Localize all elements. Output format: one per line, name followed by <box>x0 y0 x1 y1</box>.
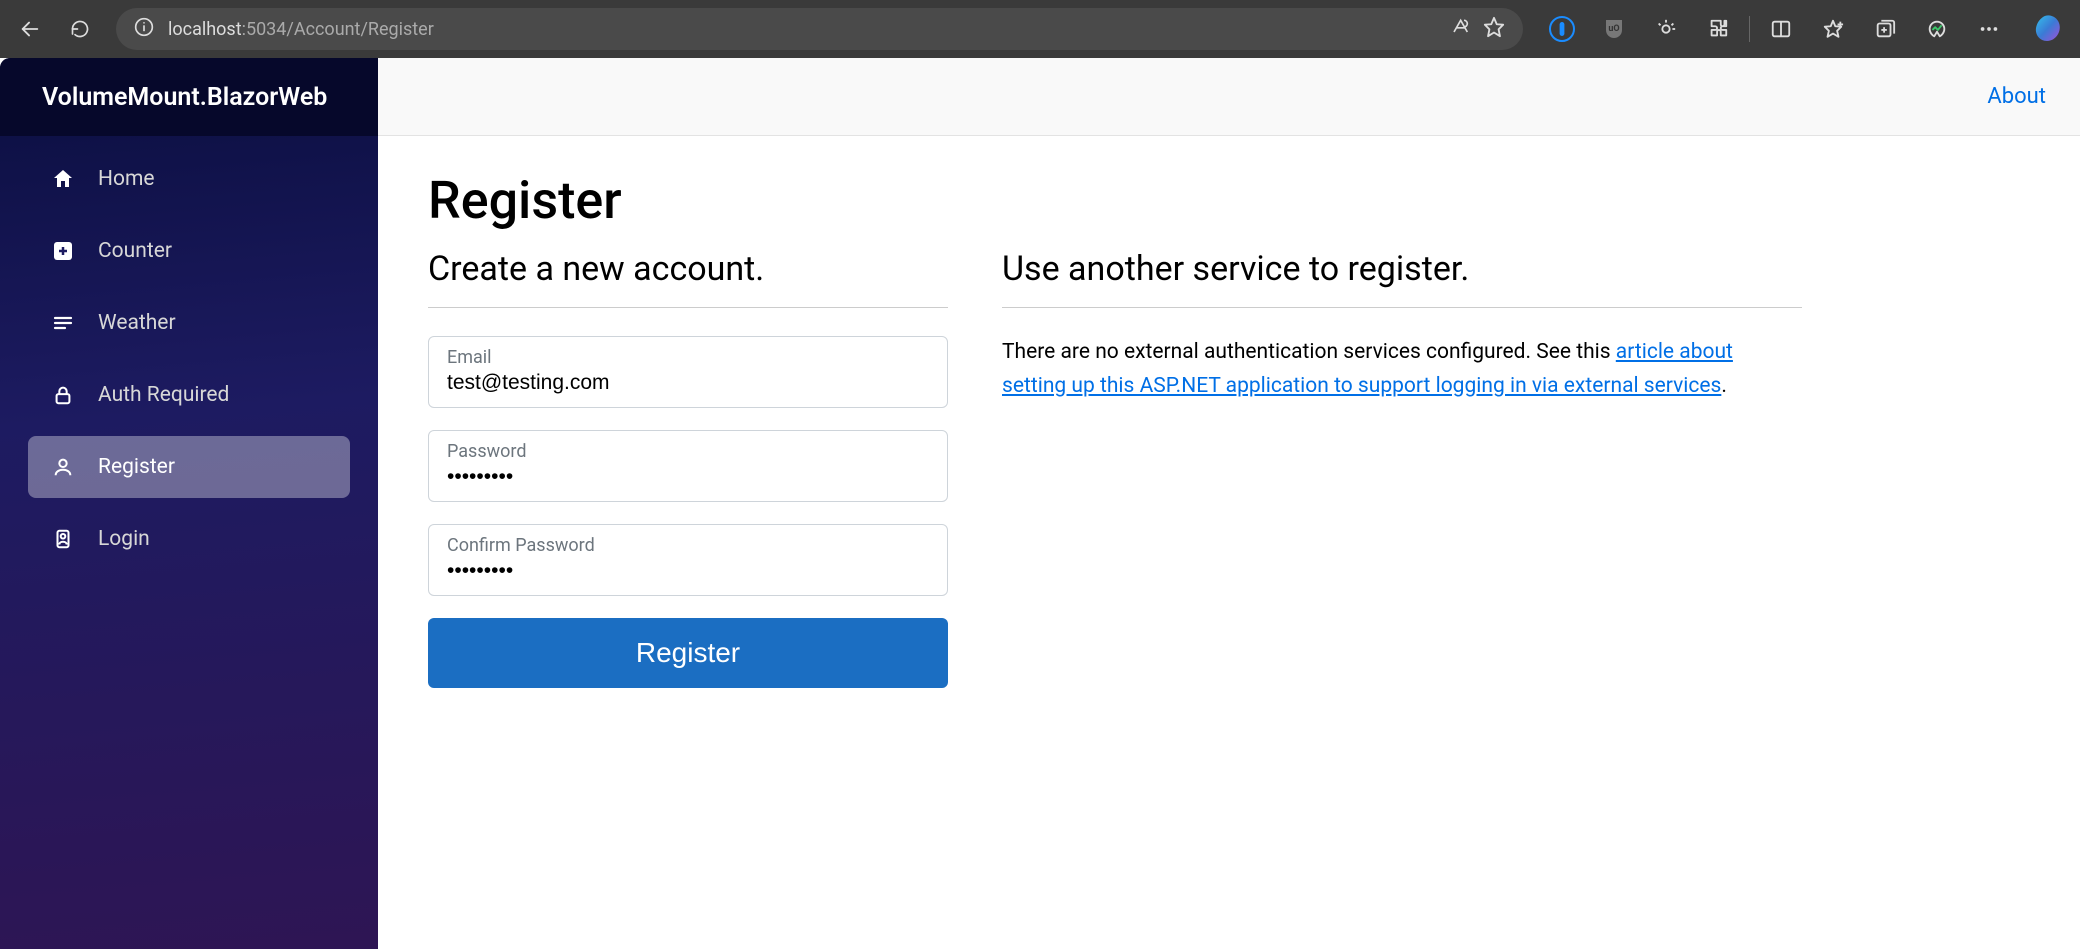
read-aloud-icon[interactable] <box>1449 17 1469 42</box>
sidebar-item-label: Login <box>98 527 150 551</box>
more-menu-icon[interactable] <box>1966 9 2012 49</box>
refresh-button[interactable] <box>60 9 100 49</box>
sidebar-nav: Home Counter Weather Auth Required <box>0 136 378 582</box>
email-field[interactable] <box>429 337 947 407</box>
sidebar: VolumeMount.BlazorWeb Home Counter Weath… <box>0 58 378 949</box>
person-icon <box>50 454 76 480</box>
sidebar-item-counter[interactable]: Counter <box>28 220 350 282</box>
external-text-prefix: There are no external authentication ser… <box>1002 340 1616 364</box>
main-area: About Register Create a new account. Ema… <box>378 58 2080 949</box>
confirm-field-wrapper: Confirm Password <box>428 524 948 596</box>
copilot-icon[interactable] <box>2030 9 2070 49</box>
sidebar-item-auth-required[interactable]: Auth Required <box>28 364 350 426</box>
lock-icon <box>50 382 76 408</box>
external-services-column: Use another service to register. There a… <box>1002 249 1802 403</box>
site-info-icon[interactable] <box>134 17 154 42</box>
svg-text:uO: uO <box>1608 24 1619 34</box>
favorite-star-icon[interactable] <box>1483 16 1505 43</box>
favorites-icon[interactable] <box>1810 9 1856 49</box>
sidebar-item-weather[interactable]: Weather <box>28 292 350 354</box>
collections-icon[interactable] <box>1862 9 1908 49</box>
sidebar-item-home[interactable]: Home <box>28 148 350 210</box>
performance-icon[interactable] <box>1914 9 1960 49</box>
divider <box>1002 307 1802 308</box>
top-bar: About <box>378 58 2080 136</box>
sidebar-item-login[interactable]: Login <box>28 508 350 570</box>
browser-toolbar: localhost:5034/Account/Register uO <box>0 0 2080 58</box>
ublock-icon[interactable]: uO <box>1591 9 1637 49</box>
external-text-suffix: . <box>1721 374 1727 398</box>
register-form-column: Create a new account. Email Password Con… <box>428 249 948 688</box>
create-account-heading: Create a new account. <box>428 249 948 289</box>
external-text: There are no external authentication ser… <box>1002 336 1802 403</box>
address-bar[interactable]: localhost:5034/Account/Register <box>116 8 1523 50</box>
onepassword-icon[interactable] <box>1539 9 1585 49</box>
email-label: Email <box>447 347 492 368</box>
app-shell: VolumeMount.BlazorWeb Home Counter Weath… <box>0 58 2080 949</box>
sidebar-item-label: Counter <box>98 239 172 263</box>
sidebar-item-label: Auth Required <box>98 383 229 407</box>
plus-square-icon <box>50 238 76 264</box>
back-button[interactable] <box>10 9 50 49</box>
badge-icon <box>50 526 76 552</box>
divider <box>428 307 948 308</box>
sidebar-item-label: Register <box>98 455 175 479</box>
url-text: localhost:5034/Account/Register <box>168 19 1435 40</box>
page-title: Register <box>428 170 2030 231</box>
sidebar-item-label: Weather <box>98 311 176 335</box>
sidebar-item-label: Home <box>98 167 155 191</box>
sidebar-item-register[interactable]: Register <box>28 436 350 498</box>
home-icon <box>50 166 76 192</box>
brand-title: VolumeMount.BlazorWeb <box>0 58 378 136</box>
extensions-puzzle-icon[interactable] <box>1695 9 1741 49</box>
toolbar-divider <box>1749 16 1750 42</box>
password-field-wrapper: Password <box>428 430 948 502</box>
confirm-label: Confirm Password <box>447 535 595 556</box>
dark-mode-icon[interactable] <box>1643 9 1689 49</box>
page-content: Register Create a new account. Email Pas… <box>378 136 2080 949</box>
list-icon <box>50 310 76 336</box>
password-label: Password <box>447 441 527 462</box>
email-field-wrapper: Email <box>428 336 948 408</box>
register-button[interactable]: Register <box>428 618 948 688</box>
extension-icons: uO <box>1539 9 2016 49</box>
external-heading: Use another service to register. <box>1002 249 1802 289</box>
split-screen-icon[interactable] <box>1758 9 1804 49</box>
about-link[interactable]: About <box>1987 84 2046 109</box>
